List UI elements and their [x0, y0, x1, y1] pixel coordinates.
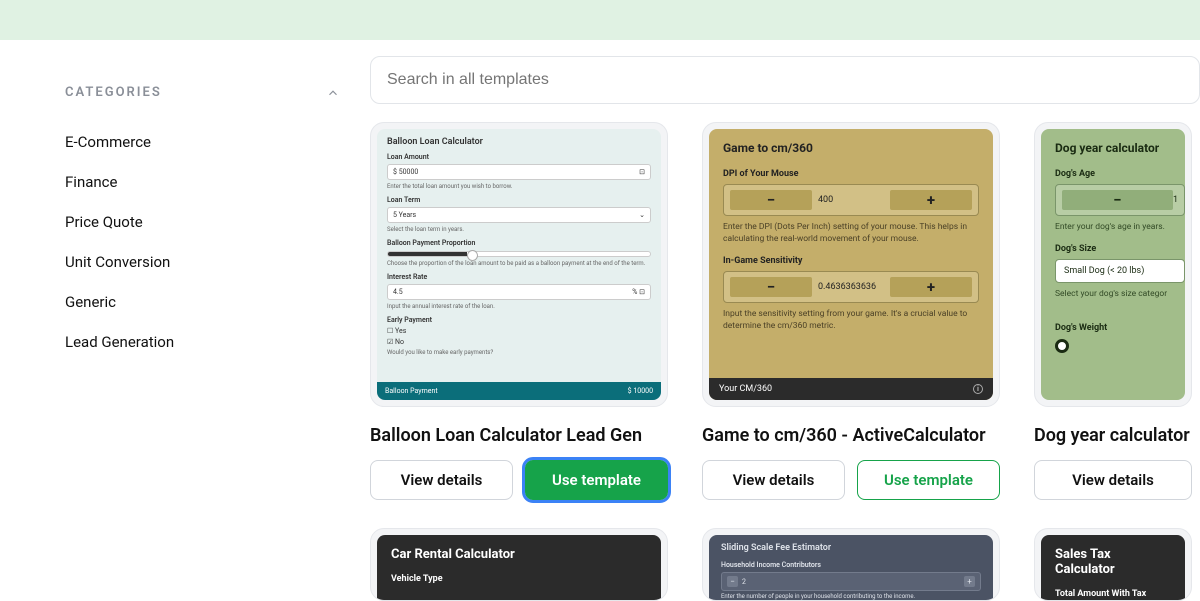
field-help: Enter the DPI (Dots Per Inch) setting of… — [723, 222, 979, 246]
minus-icon: − — [1062, 190, 1173, 210]
field-help: Choose the proportion of the loan amount… — [387, 260, 651, 267]
preview-radio: ☐ Yes — [387, 327, 651, 335]
field-help: Select the loan term in years. — [387, 226, 651, 233]
plus-icon: + — [890, 277, 972, 297]
view-details-button[interactable]: View details — [702, 460, 845, 500]
category-finance[interactable]: Finance — [65, 162, 340, 202]
minus-icon: − — [727, 576, 738, 587]
sidebar-header[interactable]: CATEGORIES — [65, 85, 340, 100]
field-help: Input the annual interest rate of the lo… — [387, 303, 651, 310]
field-label: DPI of Your Mouse — [723, 169, 979, 179]
preview-stepper: −400+ — [723, 184, 979, 216]
template-card[interactable]: Sliding Scale Fee Estimator Household In… — [702, 528, 1000, 601]
preview-heading: Balloon Loan Calculator — [387, 137, 651, 147]
top-banner — [0, 0, 1200, 40]
preview-stepper: −0.4636363636+ — [723, 271, 979, 303]
field-label: In-Game Sensitivity — [723, 256, 979, 266]
preview-heading: Sliding Scale Fee Estimator — [721, 543, 981, 553]
categories-heading: CATEGORIES — [65, 85, 162, 100]
preview-footer: Balloon Payment$ 10000 — [377, 382, 661, 400]
field-label: Vehicle Type — [391, 574, 647, 584]
field-label: Loan Term — [387, 196, 651, 204]
field-label: Balloon Payment Proportion — [387, 239, 651, 247]
field-help: Enter the number of people in your house… — [721, 593, 981, 600]
use-template-button[interactable]: Use template — [857, 460, 1000, 500]
template-preview: Dog year calculator Dog's Age −1 Enter y… — [1041, 129, 1185, 400]
preview-heading: Game to cm/360 — [723, 141, 979, 155]
field-help: Would you like to make early payments? — [387, 349, 651, 356]
search-input[interactable] — [370, 56, 1200, 104]
preview-radio: ☑ No — [387, 338, 651, 346]
minus-icon: − — [730, 277, 812, 297]
template-preview: Game to cm/360 DPI of Your Mouse −400+ E… — [709, 129, 993, 400]
view-details-button[interactable]: View details — [1034, 460, 1192, 500]
preview-stepper: −2+ — [721, 572, 981, 591]
template-title: Balloon Loan Calculator Lead Gen — [370, 425, 668, 446]
template-preview: Balloon Loan Calculator Loan Amount $ 50… — [377, 129, 661, 400]
preview-heading: Dog year calculator — [1055, 141, 1185, 155]
sidebar: CATEGORIES E-Commerce Finance Price Quot… — [0, 40, 370, 601]
template-card[interactable]: Dog year calculator Dog's Age −1 Enter y… — [1034, 122, 1192, 407]
category-list: E-Commerce Finance Price Quote Unit Conv… — [65, 122, 340, 362]
category-e-commerce[interactable]: E-Commerce — [65, 122, 340, 162]
field-help: Select your dog's size categor — [1055, 289, 1185, 301]
preview-heading: Car Rental Calculator — [391, 547, 647, 562]
template-title: Dog year calculator — [1034, 425, 1192, 446]
template-card[interactable]: Balloon Loan Calculator Loan Amount $ 50… — [370, 122, 668, 407]
field-label: Early Payment — [387, 316, 651, 324]
field-help: Enter your dog's age in years. — [1055, 222, 1185, 234]
field-label: Dog's Weight — [1055, 323, 1185, 333]
preview-select: Small Dog (< 20 lbs) — [1055, 259, 1185, 283]
category-generic[interactable]: Generic — [65, 282, 340, 322]
preview-slider-thumb — [1055, 339, 1069, 353]
template-grid-row2: Car Rental Calculator Vehicle Type Slidi… — [370, 528, 1200, 601]
template-grid: Balloon Loan Calculator Loan Amount $ 50… — [370, 122, 1200, 500]
preview-heading: Sales Tax Calculator — [1055, 547, 1171, 577]
template-card[interactable]: Sales Tax Calculator Total Amount With T… — [1034, 528, 1192, 601]
template-preview: Sliding Scale Fee Estimator Household In… — [709, 535, 993, 600]
template-preview: Car Rental Calculator Vehicle Type — [377, 535, 661, 600]
minus-icon: − — [730, 190, 812, 210]
chevron-up-icon — [326, 86, 340, 100]
preview-select: 5 Years⌄ — [387, 207, 651, 223]
plus-icon: + — [964, 576, 975, 587]
field-help: Input the sensitivity setting from your … — [723, 309, 979, 333]
preview-input: $ 50000⊡ — [387, 164, 651, 180]
field-label: Total Amount With Tax — [1055, 589, 1171, 599]
preview-slider — [387, 251, 651, 257]
field-label: Dog's Size — [1055, 244, 1185, 254]
template-preview: Sales Tax Calculator Total Amount With T… — [1041, 535, 1185, 600]
preview-stepper: −1 — [1055, 184, 1185, 216]
field-label: Dog's Age — [1055, 169, 1185, 179]
category-unit-conversion[interactable]: Unit Conversion — [65, 242, 340, 282]
main-content: Balloon Loan Calculator Loan Amount $ 50… — [370, 40, 1200, 601]
category-lead-generation[interactable]: Lead Generation — [65, 322, 340, 362]
field-label: Loan Amount — [387, 153, 651, 161]
view-details-button[interactable]: View details — [370, 460, 513, 500]
field-label: Interest Rate — [387, 273, 651, 281]
preview-footer: Your CM/360i — [709, 378, 993, 400]
field-label: Household Income Contributors — [721, 561, 981, 569]
info-icon: i — [973, 384, 983, 394]
category-price-quote[interactable]: Price Quote — [65, 202, 340, 242]
template-card[interactable]: Car Rental Calculator Vehicle Type — [370, 528, 668, 601]
use-template-button[interactable]: Use template — [525, 460, 668, 500]
preview-input: 4.5% ⊡ — [387, 284, 651, 300]
plus-icon: + — [890, 190, 972, 210]
template-card[interactable]: Game to cm/360 DPI of Your Mouse −400+ E… — [702, 122, 1000, 407]
field-help: Enter the total loan amount you wish to … — [387, 183, 651, 190]
template-title: Game to cm/360 - ActiveCalculator — [702, 425, 1000, 446]
